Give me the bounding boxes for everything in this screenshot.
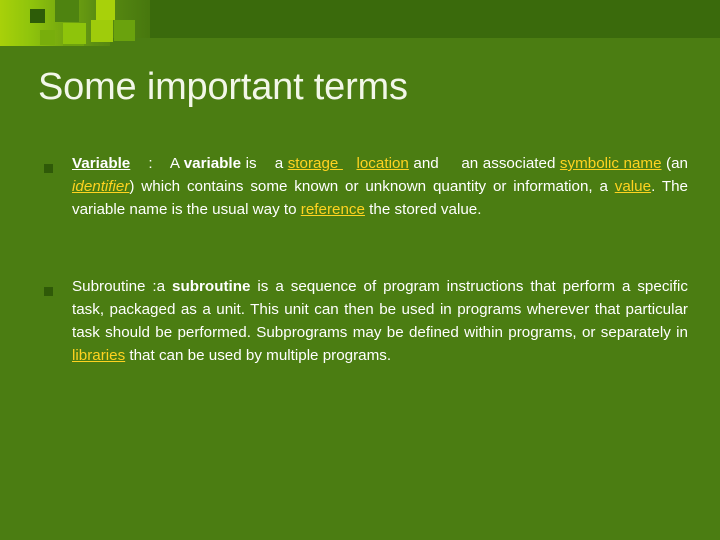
header-bar-shadow: [110, 38, 720, 46]
bullet-text-variable: Variable : A variable is a storage locat…: [72, 155, 689, 218]
deco-square: [63, 23, 86, 44]
bullet-item-variable: Variable : A variable is a storage locat…: [38, 152, 688, 221]
link-location[interactable]: location: [356, 155, 408, 172]
deco-square: [30, 9, 45, 23]
slide: Some important terms Variable : A variab…: [0, 0, 720, 540]
slide-title: Some important terms: [38, 66, 408, 108]
deco-square: [55, 0, 79, 22]
deco-square: [114, 20, 135, 41]
link-name[interactable]: name: [624, 155, 662, 172]
header-bar: [150, 0, 720, 38]
square-bullet-icon: [44, 287, 53, 296]
deco-square: [96, 0, 115, 20]
deco-square: [40, 30, 55, 45]
link-symbolic[interactable]: symbolic: [560, 155, 624, 172]
bullet-item-subroutine: Subroutine :a subroutine is a sequence o…: [38, 275, 688, 367]
deco-square: [91, 20, 113, 42]
mosaic-corner-decoration: [0, 0, 720, 46]
link-libraries[interactable]: libraries: [72, 347, 125, 364]
link-value[interactable]: value: [615, 178, 651, 195]
slide-body: Variable : A variable is a storage locat…: [38, 152, 688, 367]
bullet-text-subroutine: Subroutine :a subroutine is a sequence o…: [72, 278, 688, 364]
link-reference[interactable]: reference: [301, 201, 365, 218]
link-identifier[interactable]: identifier: [72, 178, 129, 195]
link-variable[interactable]: Variable: [72, 155, 130, 172]
link-storage[interactable]: storage: [288, 155, 343, 172]
deco-square: [63, 44, 84, 46]
square-bullet-icon: [44, 164, 53, 173]
